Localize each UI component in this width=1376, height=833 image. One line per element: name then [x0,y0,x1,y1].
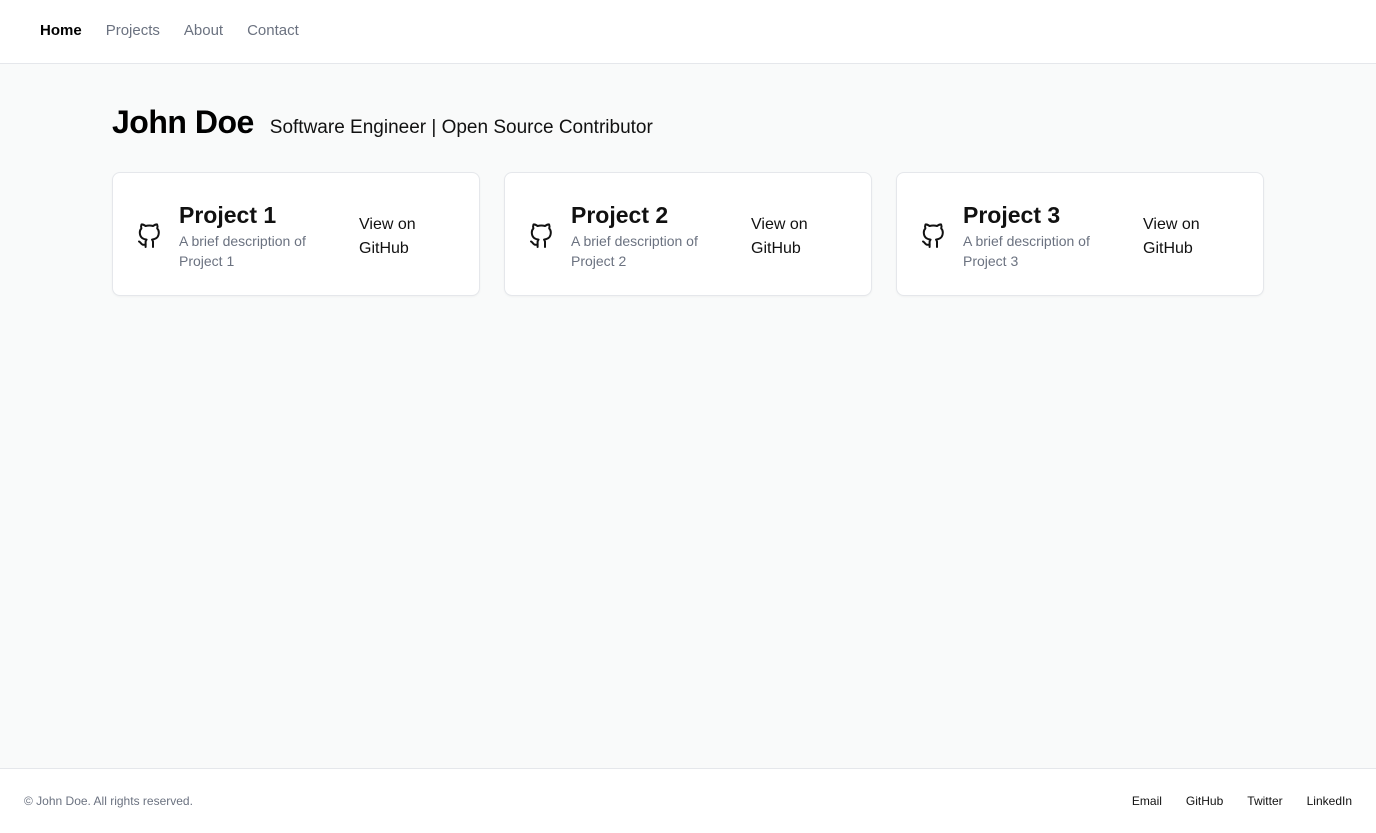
project-card: Project 2 A brief description of Project… [504,172,872,296]
project-cards: Project 1 A brief description of Project… [112,172,1264,296]
project-description: A brief description of Project 1 [179,233,306,269]
footer-linkedin-link[interactable]: LinkedIn [1307,794,1352,808]
footer-github-link[interactable]: GitHub [1186,794,1223,808]
project-description: A brief description of Project 2 [571,233,698,269]
view-on-github-link[interactable]: View on GitHub [751,213,831,261]
nav-projects-link[interactable]: Projects [106,22,160,39]
github-icon [921,221,947,249]
hero-section: John Doe Software Engineer | Open Source… [112,104,653,141]
project-card-text: Project 2 A brief description of Project… [571,201,731,271]
view-on-github-link[interactable]: View on GitHub [1143,213,1223,261]
main-nav: Home Projects About Contact [40,22,299,39]
profile-name: John Doe [112,104,254,140]
project-title: Project 1 [179,202,277,228]
project-card-text: Project 3 A brief description of Project… [963,201,1123,271]
footer-links: Email GitHub Twitter LinkedIn [1132,794,1352,808]
nav-contact-link[interactable]: Contact [247,22,299,39]
project-card: Project 1 A brief description of Project… [112,172,480,296]
top-navigation-bar: Home Projects About Contact [0,0,1376,64]
project-card-text: Project 1 A brief description of Project… [179,201,339,271]
site-footer: © John Doe. All rights reserved. Email G… [0,768,1376,833]
nav-about-link[interactable]: About [184,22,223,39]
project-card: Project 3 A brief description of Project… [896,172,1264,296]
project-title: Project 2 [571,202,669,228]
project-title: Project 3 [963,202,1061,228]
nav-home-link[interactable]: Home [40,22,82,39]
footer-twitter-link[interactable]: Twitter [1247,794,1282,808]
view-on-github-link[interactable]: View on GitHub [359,213,439,261]
copyright-text: © John Doe. All rights reserved. [24,794,193,808]
footer-email-link[interactable]: Email [1132,794,1162,808]
profile-tagline: Software Engineer | Open Source Contribu… [269,117,653,138]
github-icon [137,221,163,249]
project-description: A brief description of Project 3 [963,233,1090,269]
github-icon [529,221,555,249]
